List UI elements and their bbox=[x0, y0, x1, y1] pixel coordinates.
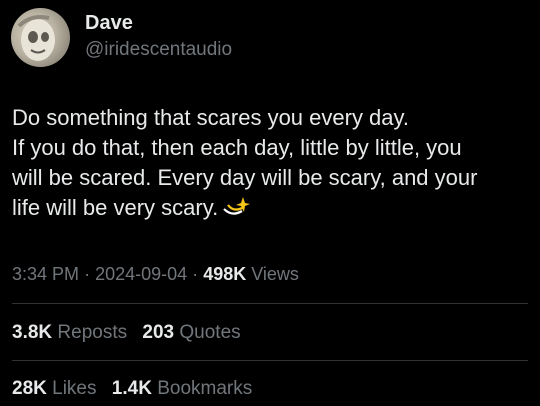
user-handle[interactable]: @iridescentaudio bbox=[85, 38, 232, 62]
tweet: Dave @iridescentaudio Do something that … bbox=[0, 0, 540, 406]
meta-separator: · bbox=[192, 264, 199, 284]
reposts-count: 3.8K bbox=[12, 322, 53, 343]
avatar[interactable] bbox=[11, 8, 70, 67]
reposts-stat[interactable]: 3.8K Reposts bbox=[12, 321, 127, 345]
reposts-label: Reposts bbox=[57, 322, 128, 343]
likes-label: Likes bbox=[52, 378, 97, 399]
tweet-text-line-content: life will be very scary. bbox=[12, 195, 219, 220]
display-name[interactable]: Dave bbox=[85, 11, 133, 35]
avatar-image bbox=[17, 15, 55, 61]
divider bbox=[12, 303, 528, 304]
bookmarks-label: Bookmarks bbox=[157, 378, 253, 399]
quotes-label: Quotes bbox=[179, 322, 241, 343]
quotes-count: 203 bbox=[142, 322, 175, 343]
bookmarks-stat[interactable]: 1.4K Bookmarks bbox=[112, 377, 252, 401]
tweet-text-line: If you do that, then each day, little by… bbox=[12, 135, 462, 160]
stats-row: 28K Likes 1.4K Bookmarks bbox=[12, 377, 262, 401]
likes-count: 28K bbox=[12, 378, 47, 399]
likes-stat[interactable]: 28K Likes bbox=[12, 377, 97, 401]
tweet-text-line: life will be very scary. bbox=[12, 193, 532, 223]
views-count: 498K bbox=[203, 264, 247, 284]
stats-row: 3.8K Reposts 203 Quotes bbox=[12, 321, 251, 345]
tweet-time[interactable]: 3:34 PM bbox=[12, 264, 79, 284]
tweet-text-line: Do something that scares you every day. bbox=[12, 105, 410, 130]
tweet-text: Do something that scares you every day. … bbox=[12, 103, 532, 223]
dizzy-sparkle-icon bbox=[223, 197, 251, 215]
tweet-text-line: will be scared. Every day will be scary,… bbox=[12, 165, 478, 190]
meta-separator: · bbox=[84, 264, 91, 284]
bookmarks-count: 1.4K bbox=[111, 378, 152, 399]
tweet-date[interactable]: 2024-09-04 bbox=[95, 264, 187, 284]
views-label: Views bbox=[251, 264, 299, 284]
tweet-meta: 3:34 PM · 2024-09-04 · 498K Views bbox=[12, 262, 299, 286]
quotes-stat[interactable]: 203 Quotes bbox=[142, 321, 240, 345]
divider bbox=[12, 360, 528, 361]
